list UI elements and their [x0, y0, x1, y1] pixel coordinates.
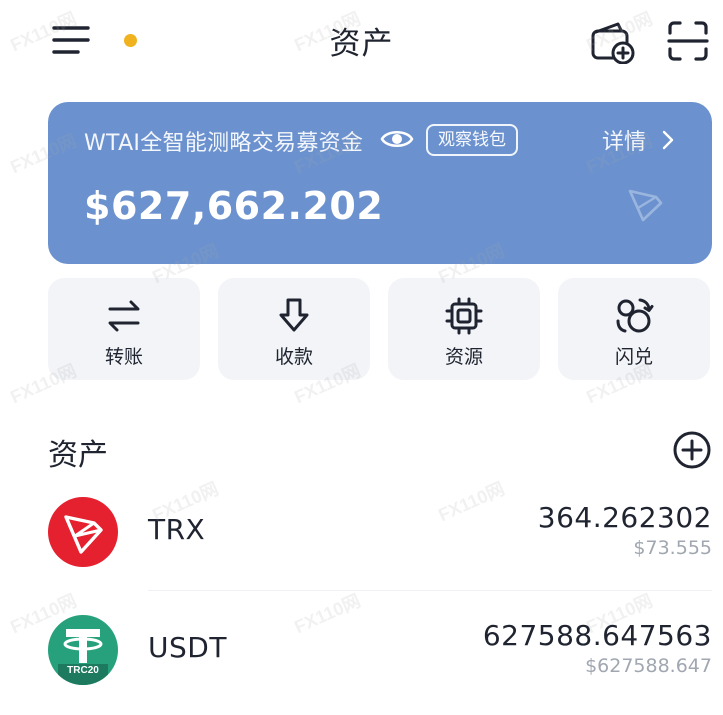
transfer-label: 转账	[104, 346, 143, 368]
plus-circle-icon[interactable]	[672, 430, 712, 470]
receive-button[interactable]: 收款	[218, 278, 370, 380]
trx-logo	[48, 497, 118, 567]
swap-label: 闪兑	[614, 346, 653, 368]
receive-icon	[279, 298, 309, 332]
asset-fiat-value: $73.555	[633, 537, 712, 559]
asset-amount: 627588.647563	[482, 619, 712, 652]
asset-fiat-value: $627588.647	[585, 655, 712, 677]
resources-label: 资源	[444, 346, 483, 368]
asset-amount: 364.262302	[537, 501, 712, 534]
receive-label: 收款	[274, 346, 313, 368]
resources-button[interactable]: 资源	[388, 278, 540, 380]
watch-wallet-badge: 观察钱包	[426, 124, 518, 156]
wallet-add-icon	[591, 22, 635, 65]
chip-icon	[445, 297, 483, 335]
swap-button[interactable]: 闪兑	[558, 278, 710, 380]
asset-row-trx[interactable]: TRX 364.262302 $73.555	[48, 497, 712, 597]
transfer-button[interactable]: 转账	[48, 278, 200, 380]
asset-row-usdt[interactable]: TRC20 USDT 627588.647563 $627588.647	[48, 615, 712, 715]
wallet-details-link[interactable]: 详情	[602, 124, 676, 156]
details-label: 详情	[601, 130, 646, 155]
wallet-card[interactable]: WTAI全智能测略交易募资金 观察钱包 详情 $627,662.202	[48, 102, 712, 264]
wallet-balance: $627,662.202	[84, 184, 384, 228]
trc20-badge: TRC20	[67, 665, 99, 676]
swap-icon	[616, 298, 654, 333]
tron-logo-icon	[628, 189, 663, 222]
scan-icon	[667, 21, 709, 61]
asset-symbol: TRX	[148, 513, 206, 546]
eye-icon[interactable]	[380, 124, 414, 154]
quick-actions: 转账 收款 资源 闪兑	[48, 278, 712, 382]
usdt-logo: TRC20	[48, 615, 118, 685]
chevron-right-icon	[662, 130, 674, 150]
top-bar: 资产	[0, 0, 723, 86]
wallet-name: WTAI全智能测略交易募资金	[84, 131, 364, 156]
scan-button[interactable]	[665, 18, 711, 64]
divider	[148, 590, 712, 591]
tron-logo-icon	[64, 515, 103, 554]
add-wallet-button[interactable]	[588, 18, 636, 65]
transfer-icon	[108, 300, 140, 332]
assets-heading: 资产	[48, 438, 108, 473]
asset-symbol: USDT	[148, 631, 227, 664]
